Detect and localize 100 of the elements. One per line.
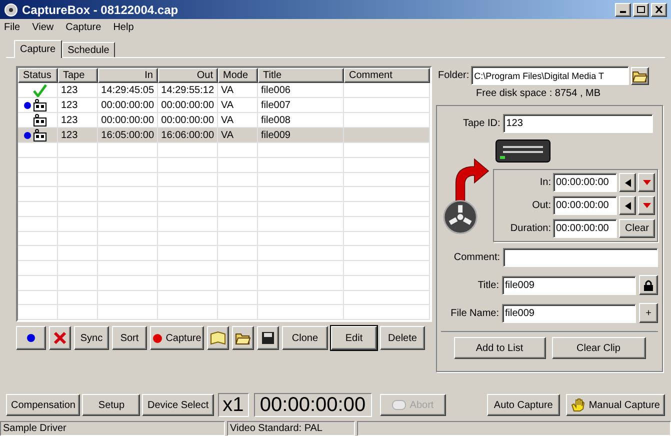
add-to-list-button[interactable]: Add to List <box>454 337 546 359</box>
manual-capture-button[interactable]: Manual Capture <box>566 394 665 416</box>
column-header[interactable]: In <box>98 68 158 83</box>
comment-field[interactable] <box>503 248 658 267</box>
table-cell-text: VA <box>221 84 234 98</box>
toolbar-button[interactable]: Sort <box>112 326 147 350</box>
lock-icon <box>644 279 653 291</box>
dot-icon <box>24 132 31 138</box>
down-triangle-icon <box>642 180 650 185</box>
tape-icon <box>33 114 47 126</box>
toolbar-button[interactable]: Compensation <box>6 394 80 416</box>
tab[interactable]: Schedule <box>62 42 116 57</box>
window-title: CaptureBox - 08122004.cap <box>22 2 178 18</box>
table-row[interactable]: 123 16:05:00:00 16:06:00:00 VA file009 <box>18 128 430 143</box>
tape-icon <box>33 98 47 112</box>
table-cell-text: 14:29:55:12 <box>161 84 214 98</box>
toolbar-button[interactable]: Setup <box>82 394 140 416</box>
table-cell-text: VA <box>221 98 234 112</box>
column-header[interactable]: Status <box>18 68 58 83</box>
column-header[interactable]: Title <box>258 68 344 83</box>
open-button[interactable] <box>232 326 254 350</box>
table-cell-text: 00:00:00:00 <box>161 114 214 128</box>
add-button[interactable]: + <box>639 303 658 323</box>
cross-button[interactable] <box>49 326 71 350</box>
field-label: Tape ID: <box>463 117 500 131</box>
table-cell-text: 14:29:45:05 <box>101 84 154 98</box>
table-cell-text: 00:00:00:00 <box>101 98 154 112</box>
field-label: Title: <box>478 278 499 292</box>
table-cell-text: 00:00:00:00 <box>101 114 154 128</box>
title-field[interactable]: file009 <box>502 276 636 294</box>
folder-field[interactable]: C:\Program Files\Digital Media T <box>471 66 630 85</box>
step-back-button[interactable] <box>619 196 636 215</box>
toolbar-button[interactable]: Device Select <box>142 394 214 416</box>
table-cell-text: 16:06:00:00 <box>161 128 214 142</box>
field-label: File Name: <box>450 306 499 320</box>
left-triangle-icon <box>624 178 630 186</box>
menu-item[interactable]: File <box>4 20 20 34</box>
field-label: Folder: <box>438 69 470 83</box>
field-label: In: <box>540 176 551 190</box>
minimize-button[interactable] <box>615 2 631 16</box>
tape-icon <box>33 128 47 142</box>
record-dot-icon <box>152 334 162 342</box>
table-cell-text: 123 <box>61 128 78 142</box>
status-text: Sample Driver <box>3 422 66 436</box>
cross-icon <box>53 331 67 345</box>
toolbar-button[interactable]: Clone <box>282 326 328 350</box>
browse-folder-button[interactable] <box>631 66 650 84</box>
table-cell-text: VA <box>221 128 234 142</box>
table-cell-text: 123 <box>61 84 78 98</box>
dot-button[interactable] <box>16 326 46 350</box>
toolbar-button[interactable]: Delete <box>380 326 425 350</box>
dropdown-button[interactable] <box>638 196 655 215</box>
table-cell-text: 16:05:00:00 <box>101 128 154 142</box>
free-disk-space-text: Free disk space : 8754 , MB <box>475 87 602 101</box>
toolbar-button[interactable]: Edit <box>331 326 377 350</box>
maximize-button[interactable] <box>633 2 649 16</box>
menu-item[interactable]: Capture <box>66 20 102 34</box>
tab[interactable]: Capture <box>14 40 62 58</box>
step-back-button[interactable] <box>619 173 636 192</box>
menu-item[interactable]: View <box>32 20 54 34</box>
column-header[interactable]: Mode <box>218 68 258 83</box>
hand-icon <box>570 398 585 412</box>
table-cell-text: VA <box>221 114 234 128</box>
toolbar-button[interactable]: Capture <box>150 326 204 350</box>
close-icon <box>655 6 663 13</box>
clear-clip-button[interactable]: Clear Clip <box>552 337 646 359</box>
out-timecode-field[interactable]: 00:00:00:00 <box>553 196 617 215</box>
lock-button[interactable] <box>639 275 658 295</box>
auto-capture-button[interactable]: Auto Capture <box>486 394 560 416</box>
tape-id-field[interactable]: 123 <box>503 114 654 133</box>
close-button[interactable] <box>651 2 667 16</box>
check-icon <box>33 84 47 96</box>
table-row[interactable]: 123 00:00:00:00 00:00:00:00 VA file008 <box>18 113 430 128</box>
stop-icon <box>392 400 406 410</box>
table-row[interactable]: 123 14:29:45:05 14:29:55:12 VA file006 <box>18 83 430 98</box>
table-cell-text: file008 <box>261 114 290 128</box>
menu-item[interactable]: Help <box>113 20 134 34</box>
save-button[interactable] <box>257 326 279 350</box>
open-folder-icon <box>632 68 648 82</box>
book-icon <box>210 331 226 345</box>
in-timecode-field[interactable]: 00:00:00:00 <box>553 173 617 192</box>
status-text: Video Standard: PAL <box>230 422 322 436</box>
column-header[interactable]: Comment <box>344 68 430 83</box>
table-cell-text: file009 <box>261 128 290 142</box>
column-header[interactable]: Tape <box>58 68 98 83</box>
field-label: Duration: <box>510 222 551 236</box>
clear-button[interactable]: Clear <box>619 219 655 238</box>
dropdown-button[interactable] <box>638 173 655 192</box>
file-name-field[interactable]: file009 <box>502 304 636 322</box>
toolbar-button[interactable]: Sync <box>74 326 109 350</box>
table-cell-text: 123 <box>61 98 78 112</box>
table-cell-text: 00:00:00:00 <box>161 98 214 112</box>
column-header[interactable]: Out <box>158 68 218 83</box>
capture-device-icon <box>495 139 551 163</box>
duration-field[interactable]: 00:00:00:00 <box>553 219 617 238</box>
reel-icon <box>4 2 18 16</box>
book-button[interactable] <box>207 326 229 350</box>
table-cell-text: file007 <box>261 98 290 112</box>
speed-indicator: x1 <box>218 393 249 417</box>
table-row[interactable]: 123 00:00:00:00 00:00:00:00 VA file007 <box>18 98 430 113</box>
